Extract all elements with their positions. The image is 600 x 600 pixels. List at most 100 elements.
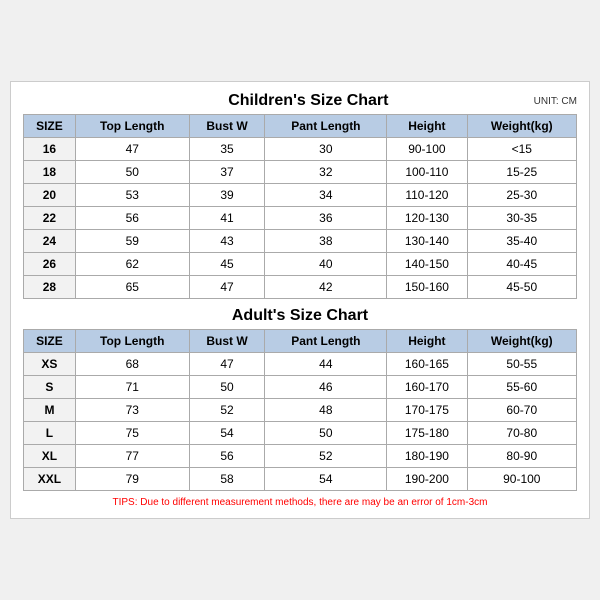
table-cell: 38 — [265, 230, 387, 253]
col-height: Height — [387, 115, 467, 138]
table-cell: 68 — [75, 353, 189, 376]
adult-tbody: XS684744160-16550-55S715046160-17055-60M… — [24, 353, 577, 491]
table-cell: 35 — [189, 138, 265, 161]
table-cell: 100-110 — [387, 161, 467, 184]
table-cell: 79 — [75, 468, 189, 491]
table-cell: 34 — [265, 184, 387, 207]
table-cell: 24 — [24, 230, 76, 253]
unit-label: UNIT: CM — [534, 96, 577, 107]
table-cell: 47 — [189, 276, 265, 299]
adult-row: XXL795854190-20090-100 — [24, 468, 577, 491]
table-cell: 30-35 — [467, 207, 576, 230]
table-cell: 90-100 — [467, 468, 576, 491]
children-header-row: SIZE Top Length Bust W Pant Length Heigh… — [24, 115, 577, 138]
table-cell: 80-90 — [467, 445, 576, 468]
table-cell: 20 — [24, 184, 76, 207]
table-cell: 170-175 — [387, 399, 467, 422]
table-cell: 71 — [75, 376, 189, 399]
children-title: Children's Size Chart — [83, 92, 534, 110]
adult-row: S715046160-17055-60 — [24, 376, 577, 399]
table-cell: 39 — [189, 184, 265, 207]
children-title-row: Children's Size Chart UNIT: CM — [23, 92, 577, 110]
table-cell: 52 — [189, 399, 265, 422]
table-cell: 50-55 — [467, 353, 576, 376]
adult-row: M735248170-17560-70 — [24, 399, 577, 422]
table-cell: 15-25 — [467, 161, 576, 184]
adult-table: SIZE Top Length Bust W Pant Length Heigh… — [23, 329, 577, 491]
table-cell: 190-200 — [387, 468, 467, 491]
table-cell: 45-50 — [467, 276, 576, 299]
table-cell: 70-80 — [467, 422, 576, 445]
adult-row: XS684744160-16550-55 — [24, 353, 577, 376]
table-cell: XS — [24, 353, 76, 376]
table-cell: L — [24, 422, 76, 445]
table-cell: 37 — [189, 161, 265, 184]
children-row: 24594338130-14035-40 — [24, 230, 577, 253]
table-cell: 46 — [265, 376, 387, 399]
table-cell: 75 — [75, 422, 189, 445]
chart-container: Children's Size Chart UNIT: CM SIZE Top … — [10, 81, 590, 519]
table-cell: 16 — [24, 138, 76, 161]
table-cell: 58 — [189, 468, 265, 491]
table-cell: 47 — [75, 138, 189, 161]
table-cell: 26 — [24, 253, 76, 276]
children-row: 28654742150-16045-50 — [24, 276, 577, 299]
table-cell: 65 — [75, 276, 189, 299]
table-cell: 54 — [265, 468, 387, 491]
adult-row: L755450175-18070-80 — [24, 422, 577, 445]
adult-col-size: SIZE — [24, 330, 76, 353]
table-cell: 77 — [75, 445, 189, 468]
table-cell: 42 — [265, 276, 387, 299]
table-cell: 130-140 — [387, 230, 467, 253]
children-row: 22564136120-13030-35 — [24, 207, 577, 230]
table-cell: 62 — [75, 253, 189, 276]
adult-col-weight: Weight(kg) — [467, 330, 576, 353]
children-table: SIZE Top Length Bust W Pant Length Heigh… — [23, 114, 577, 299]
table-cell: 32 — [265, 161, 387, 184]
table-cell: 59 — [75, 230, 189, 253]
table-cell: 18 — [24, 161, 76, 184]
table-cell: M — [24, 399, 76, 422]
adult-title: Adult's Size Chart — [23, 307, 577, 325]
adult-header-row: SIZE Top Length Bust W Pant Length Heigh… — [24, 330, 577, 353]
table-cell: 40-45 — [467, 253, 576, 276]
table-cell: 90-100 — [387, 138, 467, 161]
table-cell: 120-130 — [387, 207, 467, 230]
table-cell: 140-150 — [387, 253, 467, 276]
table-cell: 160-165 — [387, 353, 467, 376]
table-cell: 50 — [265, 422, 387, 445]
adult-col-height: Height — [387, 330, 467, 353]
table-cell: 50 — [75, 161, 189, 184]
table-cell: 73 — [75, 399, 189, 422]
table-cell: XXL — [24, 468, 76, 491]
col-size: SIZE — [24, 115, 76, 138]
children-row: 18503732100-11015-25 — [24, 161, 577, 184]
col-top-length: Top Length — [75, 115, 189, 138]
table-cell: 56 — [189, 445, 265, 468]
adult-col-bust-w: Bust W — [189, 330, 265, 353]
table-cell: 25-30 — [467, 184, 576, 207]
table-cell: 150-160 — [387, 276, 467, 299]
table-cell: 45 — [189, 253, 265, 276]
table-cell: 55-60 — [467, 376, 576, 399]
adult-col-top-length: Top Length — [75, 330, 189, 353]
table-cell: 53 — [75, 184, 189, 207]
table-cell: 52 — [265, 445, 387, 468]
table-cell: 35-40 — [467, 230, 576, 253]
table-cell: 48 — [265, 399, 387, 422]
table-cell: 180-190 — [387, 445, 467, 468]
children-tbody: 1647353090-100<1518503732100-11015-25205… — [24, 138, 577, 299]
table-cell: 30 — [265, 138, 387, 161]
table-cell: 47 — [189, 353, 265, 376]
adult-col-pant-length: Pant Length — [265, 330, 387, 353]
col-weight: Weight(kg) — [467, 115, 576, 138]
tips-text: TIPS: Due to different measurement metho… — [23, 497, 577, 508]
table-cell: <15 — [467, 138, 576, 161]
table-cell: XL — [24, 445, 76, 468]
children-row: 20533934110-12025-30 — [24, 184, 577, 207]
table-cell: 175-180 — [387, 422, 467, 445]
col-pant-length: Pant Length — [265, 115, 387, 138]
table-cell: 110-120 — [387, 184, 467, 207]
table-cell: 44 — [265, 353, 387, 376]
col-bust-w: Bust W — [189, 115, 265, 138]
